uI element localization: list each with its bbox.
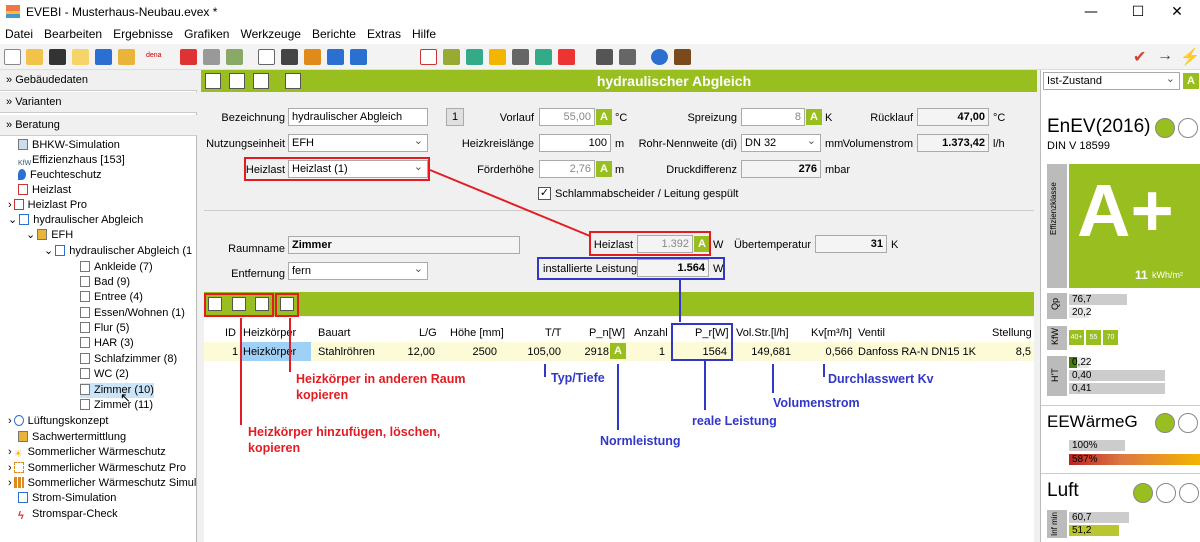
ee-bar-1: 100% [1069,440,1125,451]
qp-bar-2: 20,2 [1069,307,1091,318]
ee-title: EEWärmeG [1047,412,1138,431]
luft-circle-empty [1156,483,1176,503]
ht-bar-3: 0,41 [1069,383,1165,394]
kfw-70: 70 [1103,330,1118,345]
din-label: DIN V 18599 [1047,140,1110,152]
ee-bar-2: 587% [1069,454,1200,465]
annotation-copy-room: Heizkörper in anderen Raum kopieren [296,372,466,402]
annotation-add-del: Heizkörper hinzufügen, löschen, kopieren [248,425,441,455]
effizienzklasse-value: A+ [1077,169,1174,252]
ht-label: H'T [1050,368,1060,382]
luft-circle-empty-2 [1179,483,1199,503]
annotation-norm: Normleistung [600,434,681,448]
annotation-real: reale Leistung [692,414,777,428]
right-panel: Ist-Zustand A EnEV(2016) DIN V 18599 Eff… [1040,70,1200,542]
divider [1041,473,1200,474]
kfw-40plus: 40+ [1069,330,1084,345]
annotation-vol: Volumenstrom [773,396,860,410]
luft-title: Luft [1047,480,1079,501]
klasse-label: Effizienzklasse [1049,182,1058,235]
kwh-value: 11 [1135,268,1148,282]
luft-circle-green [1133,483,1153,503]
kfw-55: 55 [1086,330,1101,345]
kwh-unit: kWh/m² [1152,270,1183,280]
inf-label: Inf min [1050,511,1059,536]
ee-circle-green [1155,413,1175,433]
annotation-kv: Durchlasswert Kv [828,372,934,386]
auto-badge[interactable]: A [1183,73,1199,89]
qp-label: Qp [1050,297,1060,310]
ht-bar-1: 0,22 [1069,357,1091,368]
divider [1041,405,1200,406]
status-circle-green [1155,118,1175,138]
status-circle-empty [1178,118,1198,138]
kfw-label: KfW [1050,328,1060,345]
qp-bar-1: 76,7 [1069,294,1127,305]
enev-title: EnEV(2016) [1047,116,1151,137]
ht-bar-2: 0,40 [1069,370,1165,381]
annotation-lines [240,169,825,430]
luft-bar-1: 60,7 [1069,512,1129,523]
annotation-typ: Typ/Tiefe [551,371,605,385]
ee-circle-empty [1178,413,1198,433]
luft-bar-2: 51,2 [1069,525,1119,536]
state-select[interactable]: Ist-Zustand [1043,72,1180,90]
